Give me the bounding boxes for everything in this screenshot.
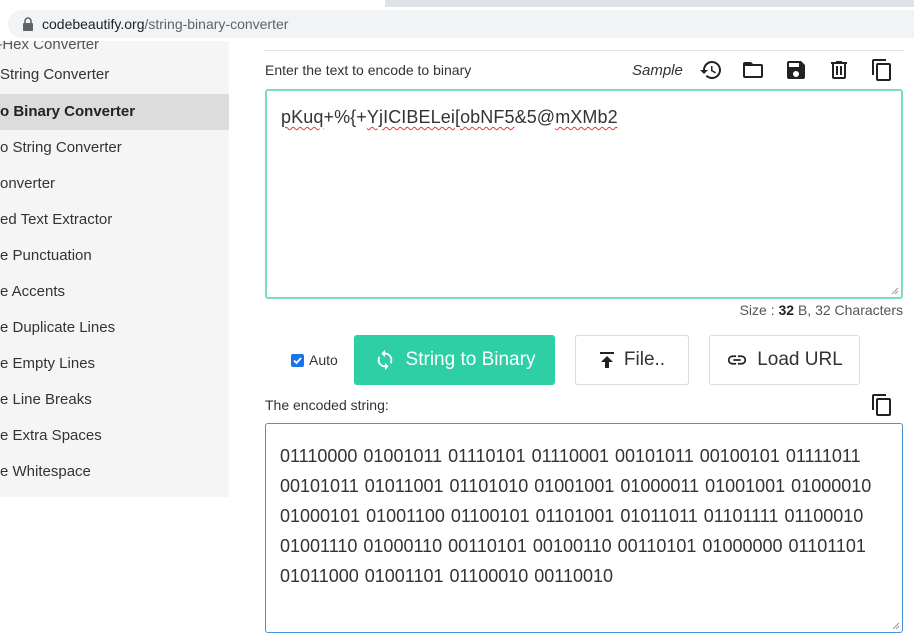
- input-text-part: +%{+: [323, 107, 367, 127]
- sidebar-item-partial[interactable]: e-Hex Converter: [0, 41, 218, 55]
- output-textarea[interactable]: 01110000 01001011 01110101 01110001 0010…: [265, 423, 903, 633]
- save-icon[interactable]: [784, 58, 808, 82]
- convert-label: String to Binary: [405, 349, 536, 370]
- input-text-part: &5@: [514, 107, 556, 127]
- delete-icon[interactable]: [827, 58, 851, 82]
- size-info: Size : 32 B, 32 Characters: [740, 302, 903, 318]
- browser-tab-strip: [0, 0, 914, 7]
- input-text-part: obNF5: [460, 107, 515, 127]
- link-icon: [728, 355, 747, 365]
- input-text-part: pKuq: [281, 107, 324, 127]
- size-prefix: Size :: [739, 302, 779, 318]
- sidebar-item-remove-accents[interactable]: e Accents: [0, 274, 229, 310]
- input-textarea[interactable]: pKuq+%{+YjICIBELei[obNF5&5@mXMb2: [265, 89, 903, 299]
- lock-icon[interactable]: [22, 17, 34, 31]
- resize-grip-icon[interactable]: [892, 622, 900, 630]
- sidebar-item-remove-whitespace[interactable]: e Whitespace: [0, 454, 229, 490]
- auto-toggle[interactable]: Auto: [291, 351, 338, 369]
- input-label: Enter the text to encode to binary: [265, 62, 472, 78]
- refresh-icon: [377, 349, 392, 371]
- auto-checkbox[interactable]: [291, 353, 304, 367]
- sidebar-item-string-to-binary[interactable]: o Binary Converter: [0, 94, 229, 130]
- string-to-binary-button[interactable]: String to Binary: [354, 335, 555, 385]
- sidebar-item-binary-to-string[interactable]: o String Converter: [0, 130, 229, 166]
- sample-link[interactable]: Sample: [632, 62, 683, 79]
- url-domain: codebeautify.org: [42, 16, 145, 32]
- sidebar-item-remove-duplicate-lines[interactable]: e Duplicate Lines: [0, 310, 229, 346]
- output-label: The encoded string:: [265, 397, 389, 413]
- input-text-part: YjICIBELei: [366, 107, 455, 127]
- divider: [264, 50, 904, 51]
- sidebar: e-Hex Converter String Converter o Binar…: [0, 41, 229, 497]
- size-bytes: 32: [778, 302, 795, 318]
- file-upload-button[interactable]: File..: [575, 335, 689, 385]
- sidebar-item-string-converter[interactable]: String Converter: [0, 57, 229, 93]
- file-label: File..: [623, 349, 666, 370]
- history-icon[interactable]: [699, 58, 723, 82]
- input-text-part: mXMb2: [555, 107, 618, 127]
- load-url-button[interactable]: Load URL: [709, 335, 860, 385]
- sidebar-item-converter[interactable]: onverter: [0, 166, 229, 202]
- upload-icon: [599, 352, 614, 368]
- sidebar-item-remove-line-breaks[interactable]: e Line Breaks: [0, 382, 229, 418]
- sidebar-item-remove-empty-lines[interactable]: e Empty Lines: [0, 346, 229, 382]
- folder-open-icon[interactable]: [741, 58, 765, 82]
- size-suffix: B, 32 Characters: [794, 302, 903, 318]
- sidebar-item-text-extractor[interactable]: ed Text Extractor: [0, 202, 229, 238]
- sidebar-item-remove-extra-spaces[interactable]: e Extra Spaces: [0, 418, 229, 454]
- input-text: pKuq+%{+YjICIBELei[obNF5&5@mXMb2: [281, 107, 887, 128]
- sidebar-item-remove-punctuation[interactable]: e Punctuation: [0, 238, 229, 274]
- auto-label: Auto: [309, 352, 338, 368]
- url-text[interactable]: codebeautify.org/string-binary-converter: [42, 16, 288, 32]
- resize-grip-icon[interactable]: [891, 287, 899, 295]
- active-browser-tab[interactable]: [0, 0, 385, 7]
- output-copy-icon[interactable]: [870, 393, 894, 417]
- output-text: 01110000 01001011 01110101 01110001 0010…: [280, 446, 878, 586]
- url-path: /string-binary-converter: [144, 16, 289, 32]
- address-bar: codebeautify.org/string-binary-converter: [0, 7, 914, 41]
- copy-icon[interactable]: [870, 58, 894, 82]
- load-url-label: Load URL: [757, 349, 843, 370]
